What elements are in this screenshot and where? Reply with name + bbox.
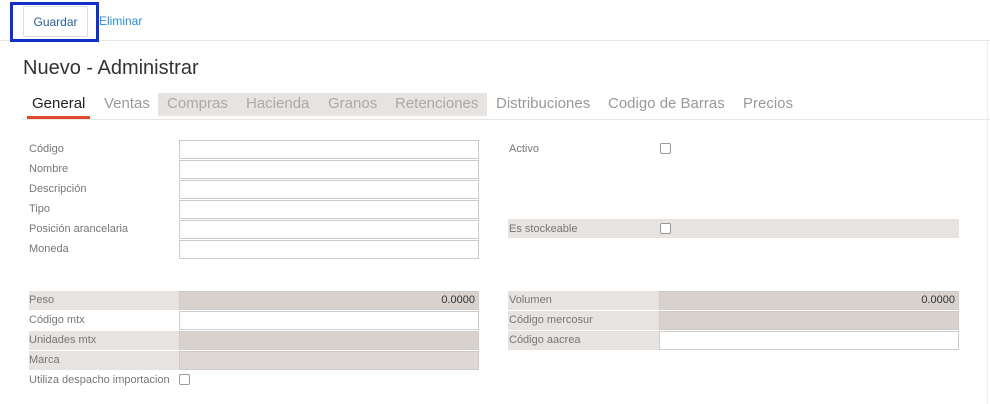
nombre-field[interactable] [179,160,479,179]
descripcion-label: Descripción [29,183,87,195]
tab-precios[interactable]: Precios [738,93,798,119]
tipo-field[interactable] [179,200,479,219]
activo-checkbox[interactable] [660,143,671,154]
codigo-aacrea-label: Código aacrea [509,334,581,346]
moneda-field[interactable] [179,240,479,259]
stockeable-label: Es stockeable [509,223,578,235]
delete-link[interactable]: Eliminar [99,14,142,28]
posicion-arancelaria-label: Posición arancelaria [29,223,129,235]
tab-ventas[interactable]: Ventas [99,93,155,119]
tab-hacienda[interactable]: Hacienda [241,93,314,119]
tab-retenciones[interactable]: Retenciones [390,93,483,119]
tab-compras[interactable]: Compras [162,93,233,119]
moneda-label: Moneda [29,243,69,255]
tab-general[interactable]: General [27,93,91,119]
tab-granos[interactable]: Granos [323,93,382,119]
tab-distribuciones[interactable]: Distribuciones [491,93,595,119]
nombre-label: Nombre [29,163,69,175]
tab-codigo-de-barras[interactable]: Codigo de Barras [603,93,730,119]
volumen-label: Volumen [509,294,552,306]
page-title: Nuevo - Administrar [23,57,199,79]
tab-bar: General Ventas Compras Hacienda Granos R… [22,93,990,121]
unidades-mtx-field [179,331,479,350]
activo-label: Activo [509,143,539,155]
toolbar: Guardar Eliminar [0,0,990,42]
despacho-importacion-checkbox[interactable] [179,374,190,385]
peso-field: 0.0000 [179,291,479,310]
stockeable-checkbox[interactable] [660,223,671,234]
codigo-mercosur-field [659,311,959,330]
descripcion-field[interactable] [179,180,479,199]
codigo-mtx-label: Código mtx [29,314,85,326]
tipo-label: Tipo [29,203,50,215]
codigo-mtx-field[interactable] [179,311,479,330]
volumen-field: 0.0000 [659,291,959,310]
marca-select[interactable] [179,351,479,370]
right-edge-divider [987,41,988,404]
codigo-mercosur-label: Código mercosur [509,314,593,326]
posicion-arancelaria-field[interactable] [179,220,479,239]
codigo-aacrea-field[interactable] [659,331,959,350]
save-button[interactable]: Guardar [23,6,88,37]
marca-label: Marca [29,354,60,366]
despacho-importacion-label: Utiliza despacho importacion [29,374,170,386]
codigo-label: Código [29,143,64,155]
codigo-field[interactable] [179,140,479,159]
peso-label: Peso [29,294,55,306]
unidades-mtx-label: Unidades mtx [29,334,97,346]
